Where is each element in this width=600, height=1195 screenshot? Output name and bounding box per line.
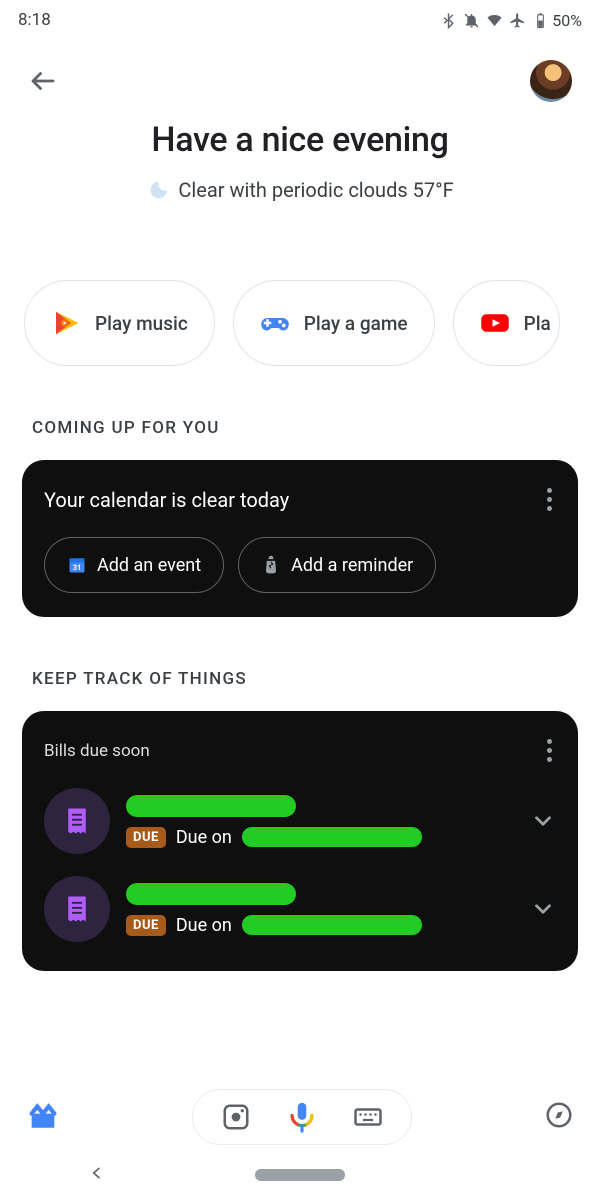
back-icon[interactable] — [28, 66, 58, 96]
chip-label: Play a game — [304, 312, 408, 335]
section-title: COMING UP FOR YOU — [0, 366, 600, 460]
battery-status: 50% — [532, 11, 582, 30]
bill-row[interactable]: DUE Due on — [44, 876, 556, 942]
pill-label: Add a reminder — [291, 555, 413, 576]
calendar-card[interactable]: Your calendar is clear today 31 Add an e… — [22, 460, 578, 617]
section-keep-track: KEEP TRACK OF THINGS Bills due soon DUE … — [0, 617, 600, 971]
youtube-icon — [480, 308, 510, 338]
nav-back-icon — [89, 1165, 105, 1181]
due-text: Due on — [176, 915, 232, 936]
nav-home-pill[interactable] — [255, 1169, 345, 1181]
add-reminder-button[interactable]: Add a reminder — [238, 537, 436, 593]
bill-row[interactable]: DUE Due on — [44, 788, 556, 854]
reminder-icon — [261, 555, 281, 575]
assistant-input-pill[interactable] — [192, 1089, 412, 1145]
moon-icon — [146, 179, 168, 201]
explore-tab[interactable] — [544, 1100, 574, 1134]
lens-icon[interactable] — [221, 1102, 251, 1132]
bottom-area — [0, 1073, 600, 1195]
more-icon[interactable] — [543, 735, 556, 766]
top-bar — [0, 34, 600, 112]
weather-row[interactable]: Clear with periodic clouds 57°F — [20, 178, 580, 202]
battery-pct: 50% — [552, 11, 582, 30]
chip-label: Pla — [524, 312, 551, 335]
game-controller-icon — [260, 308, 290, 338]
keyboard-icon[interactable] — [353, 1102, 383, 1132]
svg-text:31: 31 — [73, 563, 82, 572]
updates-tab[interactable] — [26, 1098, 60, 1136]
redacted-text — [126, 795, 296, 817]
more-icon[interactable] — [543, 484, 556, 515]
battery-icon — [532, 12, 549, 29]
assistant-bar — [0, 1073, 600, 1155]
bills-card[interactable]: Bills due soon DUE Due on — [22, 711, 578, 971]
chip-label: Play music — [95, 312, 188, 335]
chip-play-video[interactable]: Pla — [453, 280, 560, 366]
chip-play-music[interactable]: Play music — [24, 280, 215, 366]
avatar[interactable] — [530, 60, 572, 102]
due-badge: DUE — [126, 915, 166, 936]
do-not-disturb-icon — [463, 12, 480, 29]
chip-play-game[interactable]: Play a game — [233, 280, 435, 366]
section-coming-up: COMING UP FOR YOU Your calendar is clear… — [0, 366, 600, 617]
play-music-icon — [51, 308, 81, 338]
weather-text: Clear with periodic clouds 57°F — [178, 178, 453, 202]
card-title: Your calendar is clear today — [44, 488, 289, 512]
due-text: Due on — [176, 827, 232, 848]
greeting: Have a nice evening Clear with periodic … — [0, 112, 600, 202]
receipt-icon — [44, 788, 110, 854]
add-event-button[interactable]: 31 Add an event — [44, 537, 224, 593]
suggestion-chips: Play music Play a game Pla — [0, 202, 600, 366]
nav-back-button[interactable] — [89, 1165, 105, 1185]
status-time: 8:18 — [18, 10, 51, 30]
receipt-icon — [44, 876, 110, 942]
redacted-text — [242, 915, 422, 935]
page-title: Have a nice evening — [20, 120, 580, 160]
system-nav — [0, 1155, 600, 1195]
redacted-text — [242, 827, 422, 847]
airplane-icon — [509, 12, 526, 29]
wifi-icon — [486, 12, 503, 29]
status-bar: 8:18 50% — [0, 0, 600, 34]
redacted-text — [126, 883, 296, 905]
compass-icon — [544, 1100, 574, 1130]
section-title: KEEP TRACK OF THINGS — [0, 617, 600, 711]
pill-label: Add an event — [97, 555, 201, 576]
chevron-down-icon[interactable] — [530, 896, 556, 922]
card-title: Bills due soon — [44, 741, 150, 761]
calendar-icon: 31 — [67, 555, 87, 575]
updates-icon — [26, 1098, 60, 1132]
chevron-down-icon[interactable] — [530, 808, 556, 834]
status-icons: 50% — [440, 11, 582, 30]
mic-icon[interactable] — [285, 1100, 319, 1134]
bluetooth-icon — [440, 12, 457, 29]
due-badge: DUE — [126, 827, 166, 848]
